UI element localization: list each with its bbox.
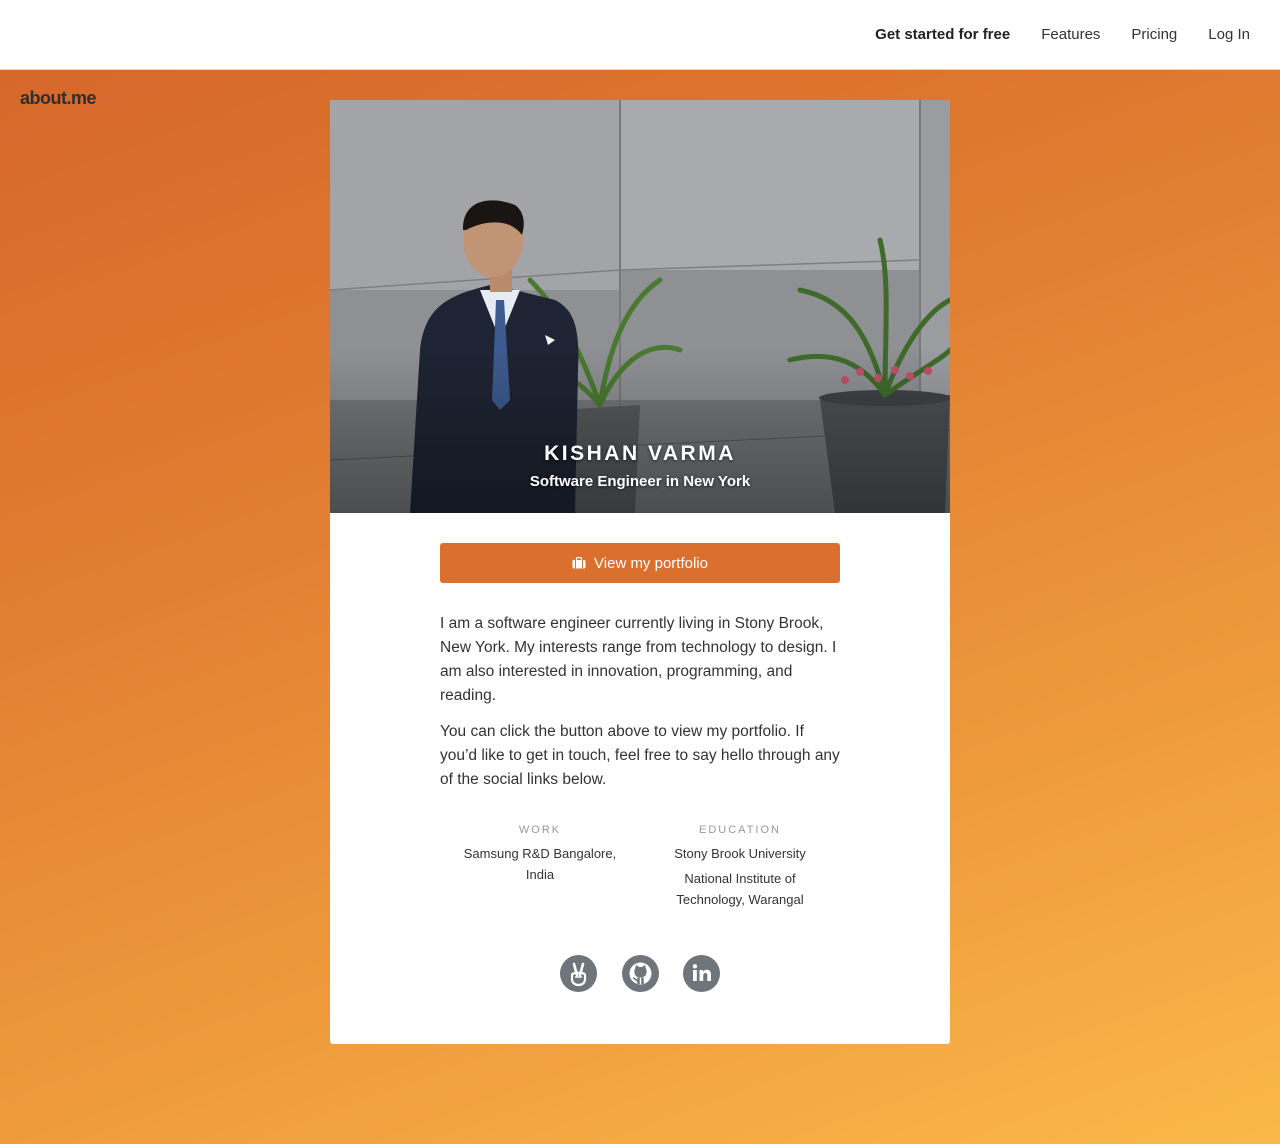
social-links bbox=[560, 955, 720, 992]
profile-headline: Software Engineer in New York bbox=[529, 473, 751, 490]
top-nav: Get started for free Features Pricing Lo… bbox=[875, 24, 1250, 46]
bio-paragraph: You can click the button above to view m… bbox=[440, 723, 840, 788]
education-item: National Institute of Technology, Warang… bbox=[676, 871, 804, 907]
view-portfolio-label: View my portfolio bbox=[594, 554, 708, 572]
angellist-link[interactable] bbox=[560, 955, 597, 992]
bio-paragraph: I am a software engineer currently livin… bbox=[440, 615, 837, 704]
profile-photo: KISHAN VARMA Software Engineer in New Yo… bbox=[330, 100, 950, 513]
profile-card: KISHAN VARMA Software Engineer in New Yo… bbox=[330, 100, 950, 1044]
angellist-icon bbox=[570, 962, 587, 987]
aboutme-logo[interactable]: about.me bbox=[20, 88, 97, 109]
linkedin-link[interactable] bbox=[683, 955, 720, 992]
work-heading: WORK bbox=[518, 824, 562, 836]
login-link[interactable]: Log In bbox=[1208, 24, 1250, 46]
bio: I am a software engineer currently livin… bbox=[440, 612, 842, 804]
profile-facts: WORK Samsung R&D Bangalore, India EDUCAT… bbox=[440, 824, 840, 914]
linkedin-icon bbox=[692, 964, 711, 981]
github-icon bbox=[629, 962, 651, 985]
work-item: Samsung R&D Bangalore, India bbox=[463, 846, 617, 882]
top-navbar: Get started for free Features Pricing Lo… bbox=[0, 0, 1280, 70]
work-section: WORK Samsung R&D Bangalore, India bbox=[440, 824, 640, 914]
get-started-link[interactable]: Get started for free bbox=[875, 24, 1010, 46]
github-link[interactable] bbox=[621, 955, 659, 992]
education-section: EDUCATION Stony Brook University Nationa… bbox=[640, 824, 840, 914]
pricing-link[interactable]: Pricing bbox=[1131, 24, 1177, 46]
profile-name: KISHAN VARMA bbox=[544, 442, 736, 465]
features-link[interactable]: Features bbox=[1041, 24, 1100, 46]
view-portfolio-button[interactable]: View my portfolio bbox=[440, 543, 840, 583]
briefcase-icon bbox=[572, 557, 586, 569]
education-heading: EDUCATION bbox=[699, 824, 781, 836]
education-item: Stony Brook University bbox=[674, 846, 806, 861]
